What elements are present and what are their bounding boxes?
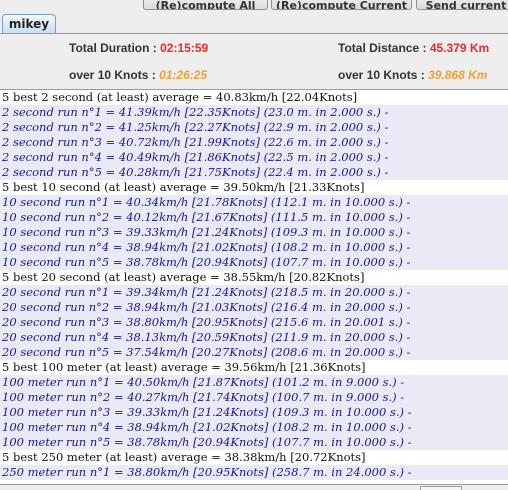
over-distance-knots: 10 Knots : — [366, 68, 425, 82]
result-run-line: 2 second run n°3 = 40.72km/h [21.99Knots… — [0, 135, 508, 150]
bottom-control[interactable] — [420, 486, 462, 490]
total-distance-label: Total Distance : — [338, 41, 427, 55]
result-run-line: 10 second run n°5 = 38.78km/h [20.94Knot… — [0, 255, 508, 270]
result-header-line: 5 best 250 meter (at least) average = 38… — [0, 450, 508, 465]
result-run-line: 10 second run n°3 = 39.33km/h [21.24Knot… — [0, 225, 508, 240]
recompute-all-button[interactable]: (Re)compute All — [143, 0, 268, 10]
result-run-line: 100 meter run n°1 = 40.50km/h [21.87Knot… — [0, 375, 508, 390]
result-run-line: 2 second run n°2 = 41.25km/h [22.27Knots… — [0, 120, 508, 135]
over-distance-label: over — [338, 68, 364, 82]
result-header-line: 5 best 20 second (at least) average = 38… — [0, 270, 508, 285]
result-run-line: 20 second run n°4 = 38.13km/h [20.59Knot… — [0, 330, 508, 345]
total-distance: Total Distance : 45.379 Km — [338, 41, 489, 55]
result-header-line: 5 best 2 second (at least) average = 40.… — [0, 90, 508, 105]
result-run-line: 10 second run n°2 = 40.12km/h [21.67Knot… — [0, 210, 508, 225]
result-run-line: 100 meter run n°2 = 40.27km/h [21.74Knot… — [0, 390, 508, 405]
results-text-area[interactable]: 5 best 2 second (at least) average = 40.… — [0, 89, 508, 485]
toolbar: (Re)compute All (Re)compute Current Send… — [0, 0, 508, 12]
total-duration: Total Duration : 02:15:59 — [69, 41, 208, 55]
total-duration-value: 02:15:59 — [160, 41, 209, 55]
tab-mikey[interactable]: mikey — [2, 14, 56, 34]
summary-panel: Total Duration : 02:15:59 Total Distance… — [0, 34, 508, 89]
result-header-line: 5 best 10 second (at least) average = 39… — [0, 180, 508, 195]
over-knots-duration: over 10 Knots : 01:26:25 — [69, 68, 207, 82]
over-duration-value: 01:26:25 — [159, 68, 208, 82]
recompute-current-button[interactable]: (Re)compute Current — [271, 0, 412, 10]
over-knots-distance: over 10 Knots : 39.868 Km — [338, 68, 487, 82]
result-run-line: 2 second run n°1 = 41.39km/h [22.35Knots… — [0, 105, 508, 120]
result-header-line: 5 best 100 meter (at least) average = 39… — [0, 360, 508, 375]
total-distance-value: 45.379 Km — [429, 41, 490, 55]
over-duration-knots: 10 Knots : — [97, 68, 156, 82]
total-duration-label: Total Duration : — [69, 41, 157, 55]
result-run-line: 20 second run n°2 = 38.94km/h [21.03Knot… — [0, 300, 508, 315]
result-run-line: 2 second run n°5 = 40.28km/h [21.75Knots… — [0, 165, 508, 180]
result-run-line: 2 second run n°4 = 40.49km/h [21.86Knots… — [0, 150, 508, 165]
result-run-line: 10 second run n°4 = 38.94km/h [21.02Knot… — [0, 240, 508, 255]
result-run-line: 100 meter run n°3 = 39.33km/h [21.24Knot… — [0, 405, 508, 420]
result-run-line: 100 meter run n°4 = 38.94km/h [21.02Knot… — [0, 420, 508, 435]
result-run-line: 250 meter run n°1 = 38.80km/h [20.95Knot… — [0, 465, 508, 480]
result-run-line: 20 second run n°1 = 39.34km/h [21.24Knot… — [0, 285, 508, 300]
over-duration-label: over — [69, 68, 95, 82]
result-run-line: 20 second run n°3 = 38.80km/h [20.95Knot… — [0, 315, 508, 330]
send-current-button[interactable]: Send current — [416, 0, 508, 10]
result-run-line: 10 second run n°1 = 40.34km/h [21.78Knot… — [0, 195, 508, 210]
result-run-line: 20 second run n°5 = 37.54km/h [20.27Knot… — [0, 345, 508, 360]
over-distance-value: 39.868 Km — [428, 68, 488, 82]
result-run-line: 100 meter run n°5 = 38.78km/h [20.94Knot… — [0, 435, 508, 450]
